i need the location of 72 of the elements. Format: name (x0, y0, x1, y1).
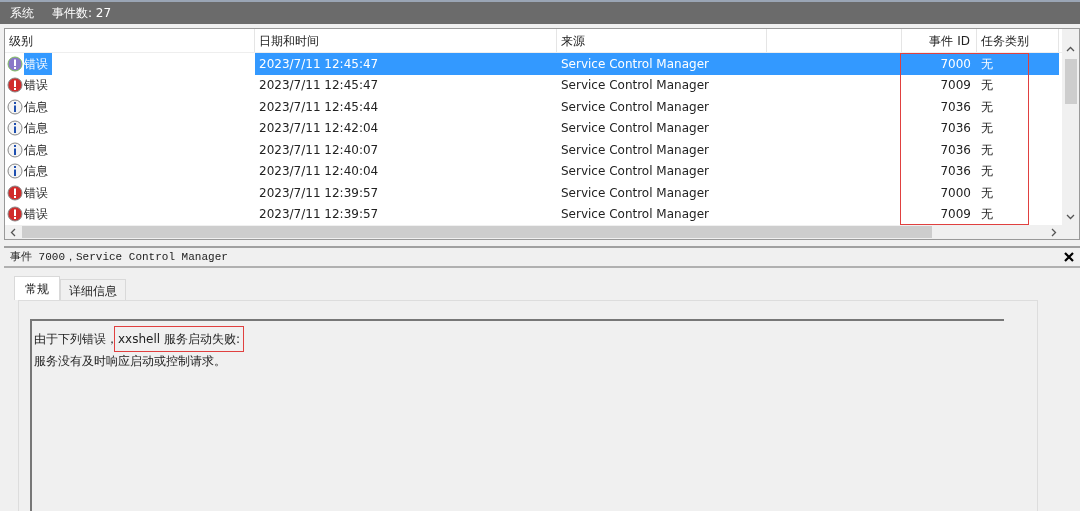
table-row[interactable]: 信息 2023/7/11 12:40:04 Service Control Manager 7036 无 (5, 160, 1062, 182)
table-row[interactable]: 错误 2023/7/11 12:39:57 Service Control Manager 7000 无 (5, 182, 1062, 204)
table-cell-text: 无 (980, 77, 994, 95)
error-icon (7, 77, 23, 94)
table-cell-text: Service Control Manager (560, 98, 710, 116)
detail-title: 事件 7000，Service Control Manager (10, 249, 228, 265)
table-cell: 无 (977, 53, 1059, 75)
close-icon[interactable] (1064, 252, 1074, 262)
table-cell-text: 7009 (939, 77, 972, 95)
log-name: 系统 (10, 5, 34, 22)
column-header: 事件 ID (902, 29, 977, 52)
table-cell-text: 7036 (939, 163, 972, 181)
level-text: 错误 (24, 206, 49, 224)
level-text: 错误 (24, 53, 52, 75)
info-icon (7, 120, 23, 137)
table-cell-text: 7036 (939, 98, 972, 116)
table-cell-text: Service Control Manager (560, 77, 710, 95)
table-cell-text: 无 (980, 120, 994, 138)
table-cell: 2023/7/11 12:45:47 (255, 53, 557, 75)
table-row[interactable]: 错误 2023/7/11 12:45:47 Service Control Manager 7009 无 (5, 74, 1062, 96)
table-cell-text: 无 (980, 98, 994, 116)
vertical-scrollbar[interactable] (1062, 29, 1079, 225)
info-icon (7, 98, 23, 115)
error-icon (7, 184, 23, 201)
tab[interactable]: 详细信息 (60, 279, 126, 300)
scroll-thumb[interactable] (1064, 59, 1077, 104)
table-cell-text: 2023/7/11 12:45:47 (258, 77, 380, 95)
table-cell-text: Service Control Manager (560, 120, 710, 138)
error-icon (7, 206, 23, 223)
table-cell: 7000 (902, 53, 977, 75)
level-text: 信息 (24, 163, 49, 181)
table-cell-text: Service Control Manager (560, 206, 710, 224)
table-cell-text: 2023/7/11 12:39:57 (258, 206, 380, 224)
message-text: 服务没有及时响应启动或控制请求。 (34, 353, 226, 370)
info-icon (7, 163, 23, 180)
column-header: 级别 (5, 29, 255, 52)
table-cell-text: 2023/7/11 12:39:57 (258, 184, 380, 202)
table-row[interactable]: 信息 2023/7/11 12:42:04 Service Control Manager 7036 无 (5, 117, 1062, 139)
table-cell-text: Service Control Manager (560, 163, 710, 181)
table-cell-text: 无 (980, 184, 994, 202)
table-cell-text: 无 (980, 206, 994, 224)
event-count: 事件数: 27 (52, 5, 112, 22)
table-cell-text: 无 (980, 163, 994, 181)
table-cell-text: 7036 (939, 141, 972, 159)
table-cell: Service Control Manager (557, 53, 767, 75)
column-header: 日期和时间 (255, 29, 557, 52)
level-text: 信息 (24, 141, 49, 159)
table-cell-text: 7000 (939, 184, 972, 202)
level-text: 错误 (24, 77, 49, 95)
column-header: 任务类别 (977, 29, 1059, 52)
table-row[interactable]: 信息 2023/7/11 12:45:44 Service Control Manager 7036 无 (5, 96, 1062, 118)
table-cell-text: Service Control Manager (560, 141, 710, 159)
error-icon (7, 55, 23, 72)
table-cell-text: 2023/7/11 12:40:07 (258, 141, 380, 159)
level-text: 信息 (24, 98, 49, 116)
table-cell-text: 2023/7/11 12:42:04 (258, 120, 380, 138)
table-row[interactable]: 信息 2023/7/11 12:40:07 Service Control Manager 7036 无 (5, 139, 1062, 161)
level-text: 信息 (24, 120, 49, 138)
table-cell-text: 无 (980, 141, 994, 159)
table-cell-text: 2023/7/11 12:40:04 (258, 163, 380, 181)
column-header: 来源 (557, 29, 767, 52)
info-icon (7, 141, 23, 158)
scroll-thumb[interactable] (22, 226, 932, 238)
table-row[interactable]: 错误 2023/7/11 12:39:57 Service Control Manager 7009 无 (5, 203, 1062, 225)
horizontal-scrollbar[interactable] (5, 225, 1079, 239)
table-cell-text: 2023/7/11 12:45:44 (258, 98, 380, 116)
level-text: 错误 (24, 184, 49, 202)
message-text: 由于下列错误， (34, 331, 118, 348)
table-cell-text: Service Control Manager (560, 184, 710, 202)
table-cell-text: 7009 (939, 206, 972, 224)
tab[interactable]: 常规 (14, 276, 60, 300)
table-cell-text: 7036 (939, 120, 972, 138)
